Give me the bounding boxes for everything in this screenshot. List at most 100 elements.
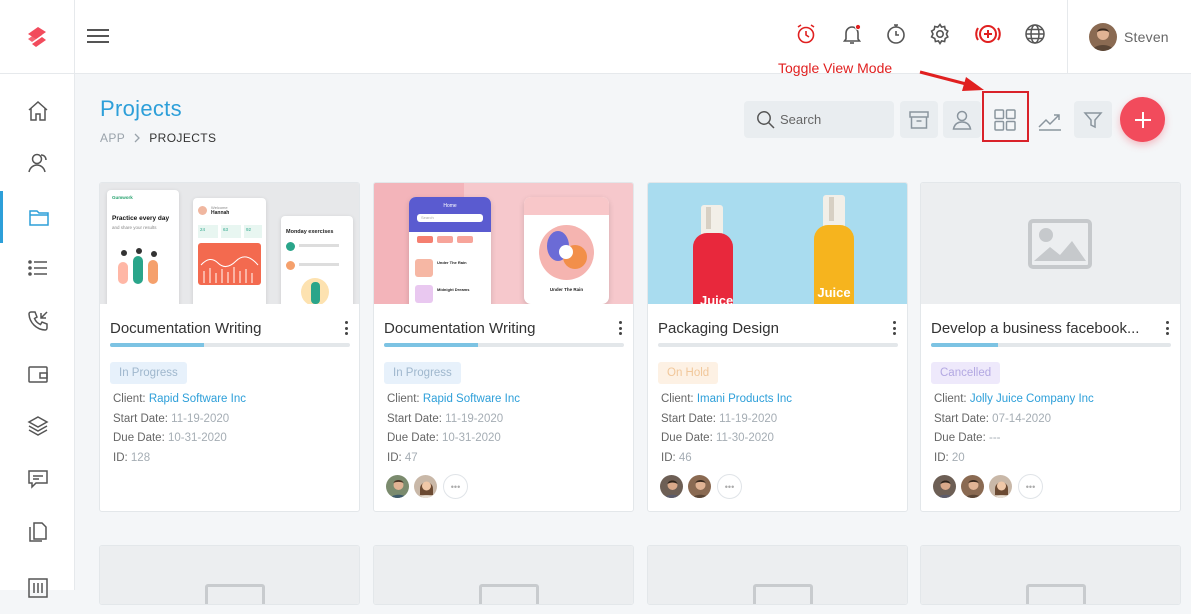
project-thumbnail: Juice Juice: [648, 183, 907, 304]
globe-icon[interactable]: [1023, 22, 1047, 46]
bell-icon[interactable]: [840, 22, 864, 46]
more-members-button[interactable]: •••: [1018, 474, 1043, 499]
due-date-row: Due Date: 10-31-2020: [113, 432, 227, 444]
archive-button[interactable]: [900, 101, 938, 138]
sidebar-item-chat[interactable]: [0, 453, 75, 505]
more-options-icon[interactable]: [343, 321, 349, 335]
project-progress-bar: [658, 343, 898, 347]
start-date-row: Start Date: 11-19-2020: [113, 413, 229, 425]
avatar[interactable]: [385, 474, 410, 499]
sidebar-item-layers[interactable]: [0, 400, 75, 452]
status-badge: In Progress: [110, 362, 187, 384]
project-thumbnail: [921, 183, 1180, 304]
image-placeholder-icon: [1028, 219, 1092, 269]
project-card[interactable]: Develop a business facebook... Cancelled…: [920, 182, 1181, 512]
start-date-label: Start Date:: [934, 413, 989, 425]
id-label: ID:: [113, 452, 128, 464]
more-members-button[interactable]: •••: [443, 474, 468, 499]
start-date-row: Start Date: 07-14-2020: [934, 413, 1051, 425]
image-placeholder-icon: [205, 584, 265, 604]
add-project-button[interactable]: [1120, 97, 1165, 142]
filter-button[interactable]: [1074, 101, 1112, 138]
start-date-value: 11-19-2020: [445, 413, 504, 425]
more-options-icon[interactable]: [617, 321, 623, 335]
client-link[interactable]: Imani Products Inc: [697, 393, 792, 405]
status-badge: In Progress: [384, 362, 461, 384]
start-date-value: 07-14-2020: [992, 413, 1051, 425]
progress-fill: [931, 343, 999, 347]
project-card[interactable]: [99, 545, 360, 605]
project-thumbnail: [100, 546, 359, 604]
avatar[interactable]: [988, 474, 1013, 499]
chat-icon: [27, 470, 48, 489]
mockup-now-playing: Under The Rain: [549, 287, 584, 292]
user-filter-button[interactable]: [943, 101, 981, 138]
sidebar-item-documents[interactable]: [0, 506, 75, 558]
sidebar-item-home[interactable]: [0, 85, 75, 137]
project-card[interactable]: [920, 545, 1181, 605]
annotation-arrow-icon: [919, 70, 984, 91]
mockup-stat: 24: [198, 225, 218, 238]
add-circle-icon[interactable]: [974, 22, 1002, 46]
due-date-value: ---: [988, 432, 1001, 444]
project-card[interactable]: [373, 545, 634, 605]
bottle-label: Juice: [817, 285, 851, 300]
avatar[interactable]: [413, 474, 438, 499]
id-value: 20: [951, 452, 965, 464]
layers-icon: [26, 416, 49, 436]
mockup-headline: Practice every day: [112, 215, 170, 222]
member-avatars: •••: [385, 474, 468, 499]
client-link[interactable]: Rapid Software Inc: [423, 393, 520, 405]
start-date-label: Start Date:: [113, 413, 168, 425]
search-input[interactable]: [780, 112, 890, 127]
more-members-button[interactable]: •••: [717, 474, 742, 499]
avatar[interactable]: [659, 474, 684, 499]
project-thumbnail: Home Search Under The Rain Midnight Drea…: [374, 183, 633, 304]
id-value: 46: [678, 452, 692, 464]
breadcrumb-app[interactable]: APP: [100, 131, 125, 145]
sidebar-item-contacts[interactable]: [0, 137, 75, 189]
avatar[interactable]: [932, 474, 957, 499]
alarm-icon[interactable]: [794, 22, 818, 46]
app-logo[interactable]: [0, 0, 75, 74]
sidebar-item-list[interactable]: [0, 242, 75, 294]
more-options-icon[interactable]: [1164, 321, 1170, 335]
project-title[interactable]: Packaging Design: [658, 320, 883, 337]
avatar[interactable]: [687, 474, 712, 499]
filter-icon: [1083, 111, 1103, 128]
sidebar-item-wallet[interactable]: [0, 348, 75, 400]
avatar[interactable]: [960, 474, 985, 499]
client-link[interactable]: Jolly Juice Company Inc: [970, 393, 1094, 405]
sidebar-item-settings[interactable]: [0, 562, 75, 614]
due-date-value: 11-30-2020: [715, 432, 774, 444]
project-card[interactable]: Home Search Under The Rain Midnight Drea…: [373, 182, 634, 512]
client-row: Client: Jolly Juice Company Inc: [934, 393, 1094, 405]
breadcrumb: APP PROJECTS: [100, 131, 216, 145]
client-link[interactable]: Rapid Software Inc: [149, 393, 246, 405]
mockup-brand: Gumwork: [112, 195, 133, 200]
due-date-value: 10-31-2020: [441, 432, 501, 444]
sidebar-item-projects[interactable]: [0, 191, 75, 243]
id-label: ID:: [387, 452, 402, 464]
user-menu[interactable]: Steven: [1067, 0, 1191, 74]
gear-icon[interactable]: [928, 22, 952, 46]
mockup-app-title: Home: [443, 203, 457, 209]
project-title[interactable]: Documentation Writing: [384, 320, 609, 337]
menu-toggle-button[interactable]: [87, 25, 109, 47]
stopwatch-icon[interactable]: [884, 22, 908, 46]
user-name: Steven: [1124, 29, 1169, 45]
project-card[interactable]: Juice Juice Packaging Design On Hold Cli…: [647, 182, 908, 512]
project-progress-bar: [110, 343, 350, 347]
sliders-icon: [27, 578, 48, 598]
chart-button[interactable]: [1031, 101, 1069, 138]
project-title[interactable]: Develop a business facebook...: [931, 320, 1156, 337]
project-card[interactable]: [647, 545, 908, 605]
client-row: Client: Rapid Software Inc: [113, 393, 246, 405]
project-card[interactable]: Gumwork Practice every day and share you…: [99, 182, 360, 512]
sidebar-item-calls[interactable]: [0, 295, 75, 347]
project-thumbnail: [648, 546, 907, 604]
project-title[interactable]: Documentation Writing: [110, 320, 335, 337]
search-box[interactable]: [744, 101, 894, 138]
archive-icon: [909, 110, 929, 129]
more-options-icon[interactable]: [891, 321, 897, 335]
